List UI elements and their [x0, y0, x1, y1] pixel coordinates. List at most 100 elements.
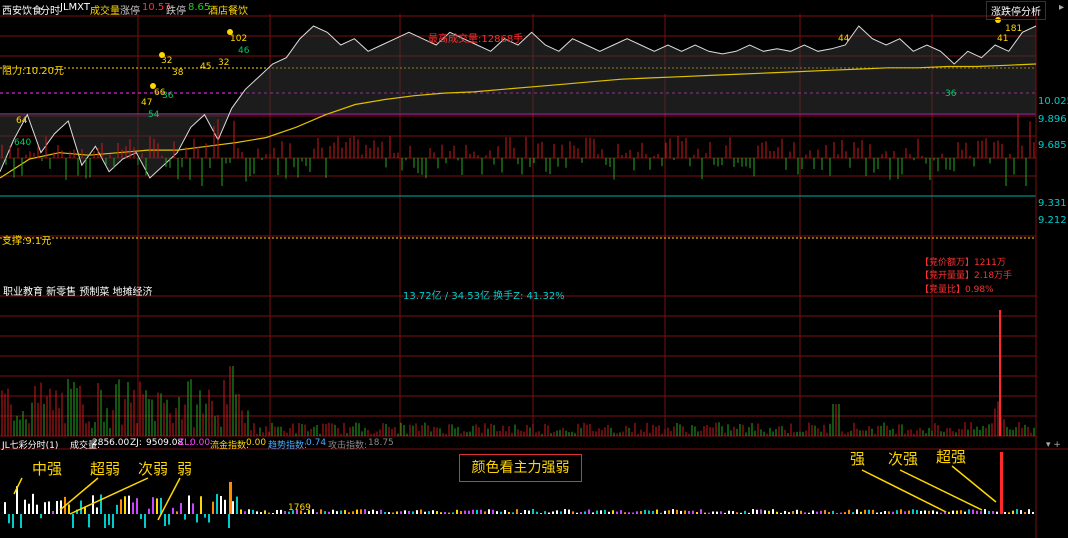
indicator-bar	[968, 509, 970, 514]
indicator-bar	[624, 512, 626, 514]
indicator-bar	[272, 512, 274, 514]
indicator-bar	[100, 494, 102, 514]
indicator-bar	[1012, 510, 1014, 514]
peak-label: 38	[172, 68, 184, 78]
expand-icon[interactable]: ▾ +	[1046, 440, 1061, 450]
indicator-bar	[896, 510, 898, 514]
indicator-bar	[144, 514, 146, 528]
indicator-bar	[252, 509, 254, 514]
indicator-bar	[832, 510, 834, 514]
indicator-bar	[552, 511, 554, 514]
indicator-bar	[508, 512, 510, 514]
limit-analysis-button[interactable]: 涨跌停分析	[986, 1, 1046, 20]
indicator-bar	[116, 504, 118, 514]
indicator-bar	[88, 514, 90, 528]
indicator-bar	[848, 509, 850, 514]
indicator-bar	[544, 511, 546, 514]
indicator-bar	[456, 509, 458, 514]
trend-value: 0.74	[306, 438, 327, 448]
view-mode[interactable]: 分时	[40, 2, 60, 17]
limit-down-label: 跌停	[166, 6, 186, 17]
peak-label: 32	[161, 56, 173, 66]
indicator-bar	[328, 511, 330, 514]
volume-label: 成交量	[90, 6, 120, 17]
vol-value: 2856.00	[92, 438, 130, 448]
indicator-bar	[260, 512, 262, 514]
label-chaoqiang: 超强	[936, 448, 967, 466]
indicator-bar	[464, 510, 466, 514]
indicator-bar	[600, 510, 602, 514]
turnover-info: 13.72亿 / 34.53亿 换手Z: 41.32%	[403, 291, 565, 302]
indicator-bar	[632, 512, 634, 514]
peak-label: 44	[838, 34, 850, 44]
axis-label: 10.025	[1038, 96, 1068, 107]
sector-label: 酒店餐饮	[208, 6, 248, 17]
indicator-bar	[824, 510, 826, 514]
indicator-bar	[256, 511, 258, 514]
indicator-bar	[188, 495, 190, 514]
stock-name[interactable]: 西安饮食	[2, 2, 42, 17]
indicator-bar	[592, 512, 594, 514]
indicator-bar	[576, 512, 578, 514]
auction-amount: 【竞价额万】1211万	[920, 258, 1006, 268]
indicator-bar	[60, 500, 62, 514]
annotation-box: 颜色看主力强弱	[459, 454, 582, 482]
indicator-bar	[616, 511, 618, 514]
indicator-bar	[768, 510, 770, 514]
indicator-bar	[1032, 511, 1034, 514]
indicator-bar	[664, 510, 666, 514]
peak-label: 640	[14, 138, 32, 148]
indicator-bar	[860, 511, 862, 514]
settings-icon[interactable]: ▸	[1059, 2, 1064, 13]
indicator-bar	[912, 509, 914, 514]
indicator-bar	[884, 511, 886, 514]
indicator-bar	[740, 512, 742, 514]
indicator-bar	[480, 509, 482, 514]
indicator-name[interactable]: JLMXT	[60, 2, 90, 13]
indicator-bar	[360, 509, 362, 514]
indicator-bar	[472, 509, 474, 514]
indicator-bar	[660, 512, 662, 514]
annotation-pointer	[861, 469, 947, 513]
indicator-bar	[816, 511, 818, 514]
max-volume-note: 最高成交量:12868手	[428, 34, 524, 45]
indicator-bar	[68, 504, 70, 514]
indicator-bar	[96, 507, 98, 514]
indicator-bar	[904, 511, 906, 514]
indicator-bar	[880, 512, 882, 514]
indicator-bar	[492, 509, 494, 514]
indicator-title[interactable]: JL七彩分时(1)	[2, 438, 58, 451]
indicator-bar	[12, 514, 14, 528]
indicator-bar	[336, 511, 338, 514]
indicator-bar	[852, 512, 854, 514]
indicator-bar	[400, 511, 402, 514]
indicator-bar	[180, 503, 182, 514]
indicator-bar	[564, 509, 566, 514]
indicator-bar	[964, 511, 966, 514]
indicator-bar	[316, 512, 318, 514]
label-zhongqiang: 中强	[32, 460, 63, 478]
indicator-bar	[156, 498, 158, 514]
indicator-bar	[476, 509, 478, 514]
indicator-bar	[240, 509, 242, 514]
indicator-bar	[128, 495, 130, 514]
label-ciruo: 次弱	[138, 460, 169, 478]
indicator-bar	[1004, 512, 1006, 514]
indicator-bar	[808, 512, 810, 514]
indicator-bar	[1008, 512, 1010, 514]
indicator-bar	[460, 511, 462, 514]
indicator-bar	[208, 514, 210, 523]
indicator-bar	[888, 511, 890, 514]
indicator-bar	[204, 514, 206, 518]
indicator-bar	[844, 512, 846, 514]
indicator-bar	[556, 510, 558, 514]
indicator-bar	[656, 509, 658, 514]
indicator-bar	[752, 509, 754, 514]
indicator-bar	[412, 511, 414, 514]
indicator-bar	[168, 514, 170, 525]
indicator-bar	[72, 514, 74, 528]
indicator-bar	[688, 511, 690, 514]
indicator-bar	[936, 511, 938, 514]
indicator-bar	[540, 512, 542, 514]
flow-value: 0.00	[246, 438, 267, 448]
